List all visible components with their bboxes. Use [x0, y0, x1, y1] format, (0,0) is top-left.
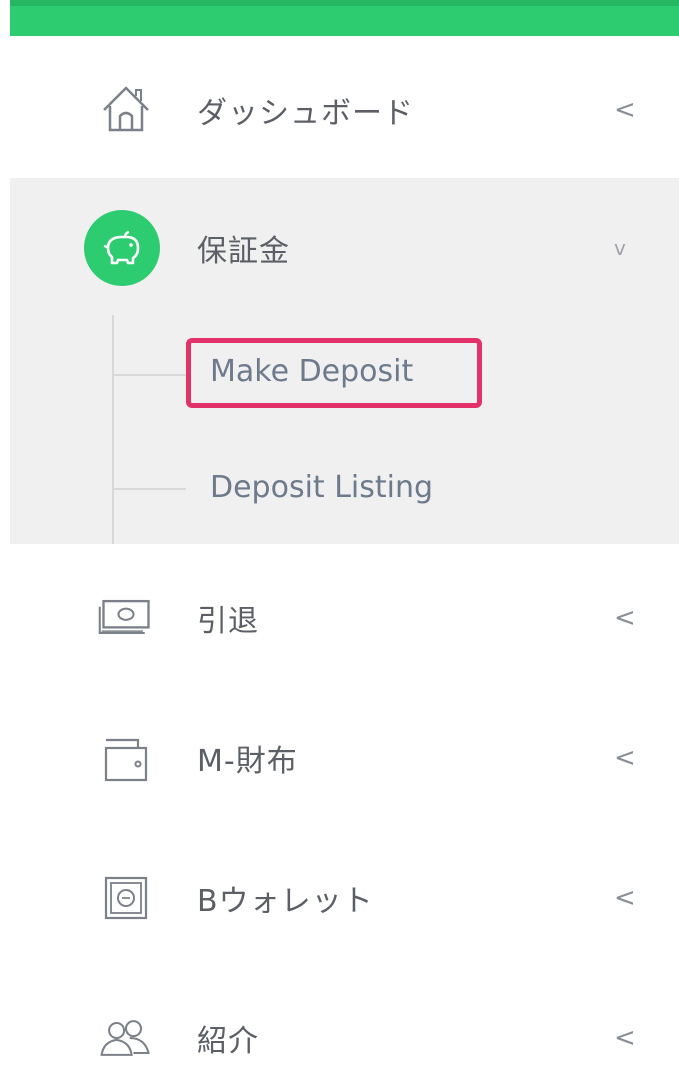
menu-item-withdraw[interactable]: 引退 <: [10, 548, 679, 688]
chevron-down-icon: v: [614, 236, 626, 260]
submenu-tree-tick: [112, 488, 186, 490]
submenu-item-deposit-listing[interactable]: Deposit Listing: [210, 470, 433, 505]
menu-item-referral[interactable]: 紹介 <: [10, 968, 679, 1076]
menu-label-deposit: 保証金: [197, 234, 290, 269]
piggy-bank-icon: [82, 208, 162, 288]
menu-label-m-wallet: M-財布: [197, 744, 298, 779]
money-icon: [96, 588, 156, 648]
chevron-left-icon: <: [614, 1023, 636, 1053]
wallet-icon: [96, 728, 156, 788]
chevron-left-icon: <: [614, 603, 636, 633]
highlight-box: [186, 338, 482, 408]
menu-item-dashboard[interactable]: ダッシュボード <: [10, 40, 679, 180]
menu-label-dashboard: ダッシュボード: [197, 96, 414, 131]
menu-label-b-wallet: Bウォレット: [197, 884, 374, 919]
menu-item-deposit[interactable]: 保証金 v: [10, 178, 679, 318]
submenu-tree-tick: [112, 374, 186, 376]
chevron-left-icon: <: [614, 95, 636, 125]
chevron-left-icon: <: [614, 883, 636, 913]
users-icon: [96, 1008, 156, 1068]
home-icon: [96, 80, 156, 140]
sidebar-menu: ダッシュボード < 保証金 v Make Deposit Deposit Lis…: [0, 0, 679, 1076]
menu-label-referral: 紹介: [197, 1024, 259, 1059]
chevron-left-icon: <: [614, 743, 636, 773]
menu-item-b-wallet[interactable]: Bウォレット <: [10, 828, 679, 968]
menu-item-m-wallet[interactable]: M-財布 <: [10, 688, 679, 828]
safe-icon: [96, 868, 156, 928]
menu-label-withdraw: 引退: [197, 604, 259, 639]
top-accent-bar-edge: [10, 0, 679, 6]
submenu-tree-line: [112, 315, 114, 544]
